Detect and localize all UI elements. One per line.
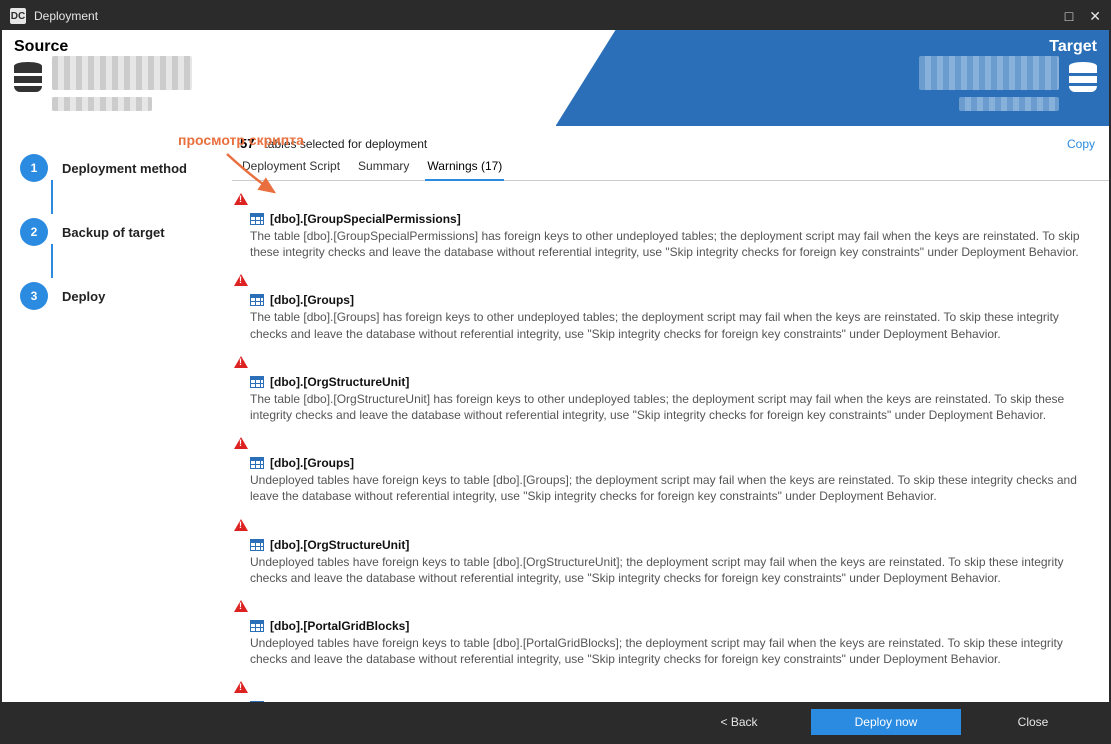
wizard-steps: 1 Deployment method 2 Backup of target 3… [2,126,232,702]
table-icon [250,620,264,632]
step-number: 2 [20,218,48,246]
warning-triangle-icon [234,437,248,449]
target-server-name-obscured [959,97,1059,111]
footer-bar: < Back Deploy now Close [2,702,1109,742]
target-panel: Target [556,30,1110,126]
step-number: 3 [20,282,48,310]
warning-triangle-icon [234,193,248,205]
warning-item[interactable]: [dbo].[Groups] The table [dbo].[Groups] h… [232,268,1099,349]
warning-triangle-icon [234,681,248,693]
step-label: Backup of target [62,225,165,240]
step-deployment-method[interactable]: 1 Deployment method [20,144,220,192]
tab-bar: Deployment Script Summary Warnings (17) [232,155,1109,181]
window-controls: □ ✕ [1065,8,1101,25]
warning-triangle-icon [234,519,248,531]
warning-triangle-icon [234,600,248,612]
selected-desc: tables selected for deployment [264,137,427,151]
warning-message: The table [dbo].[GroupSpecialPermissions… [250,228,1091,260]
warning-object-name: [dbo].[Groups] [270,456,354,470]
back-button[interactable]: < Back [679,709,799,735]
warning-item[interactable]: [dbo].[OrgStructureUnit] The table [dbo].… [232,350,1099,431]
database-icon [1069,62,1097,96]
tab-deployment-script[interactable]: Deployment Script [240,155,342,180]
warning-triangle-icon [234,274,248,286]
warning-object-name: [dbo].[OrgStructureUnit] [270,375,409,389]
warning-object-name: [dbo].[Groups] [270,293,354,307]
tab-summary[interactable]: Summary [356,155,411,180]
warning-message: The table [dbo].[OrgStructureUnit] has f… [250,391,1091,423]
warning-message: Undeployed tables have foreign keys to t… [250,635,1091,667]
table-icon [250,701,264,702]
warning-message: Undeployed tables have foreign keys to t… [250,554,1091,586]
deploy-now-button[interactable]: Deploy now [811,709,961,735]
table-icon [250,539,264,551]
close-icon[interactable]: ✕ [1089,8,1101,25]
source-server-name-obscured [52,97,152,111]
app-icon: DC [10,8,26,24]
step-label: Deploy [62,289,105,304]
warning-object-name: [dbo].[OrgStructureUnit] [270,538,409,552]
warning-item[interactable]: [dbo].[PortalGridTemplates]Undeployed ta… [232,675,1099,702]
body: 1 Deployment method 2 Backup of target 3… [2,126,1109,702]
warning-object-name: [dbo].[PortalGridBlocks] [270,619,409,633]
titlebar: DC Deployment □ ✕ [2,2,1109,30]
copy-link[interactable]: Copy [1067,137,1095,151]
target-label: Target [1049,38,1097,56]
source-db-name-obscured [52,56,192,90]
table-icon [250,213,264,225]
close-button[interactable]: Close [973,709,1093,735]
source-target-header: Source Target [2,30,1109,126]
warning-triangle-icon [234,356,248,368]
deployment-window: DC Deployment □ ✕ Source Target [0,0,1111,744]
step-label: Deployment method [62,161,187,176]
table-icon [250,457,264,469]
step-deploy[interactable]: 3 Deploy [20,272,220,320]
window-title: Deployment [34,9,1065,23]
warning-item[interactable]: [dbo].[Groups] Undeployed tables have for… [232,431,1099,512]
warning-item[interactable]: [dbo].[PortalGridBlocks] Undeployed table… [232,594,1099,675]
table-icon [250,376,264,388]
warning-message: Undeployed tables have foreign keys to t… [250,472,1091,504]
target-db-name-obscured [919,56,1059,90]
step-number: 1 [20,154,48,182]
warning-item[interactable]: [dbo].[GroupSpecialPermissions] The table… [232,187,1099,268]
summary-line: 57 tables selected for deployment Copy [232,126,1109,155]
selected-count: 57 [240,136,254,151]
warnings-list[interactable]: [dbo].[GroupSpecialPermissions] The table… [232,181,1109,702]
main-panel: 57 tables selected for deployment Copy D… [232,126,1109,702]
source-label: Source [14,38,621,56]
warning-message: The table [dbo].[Groups] has foreign key… [250,309,1091,341]
warning-object-name: [dbo].[GroupSpecialPermissions] [270,212,461,226]
table-icon [250,294,264,306]
tab-warnings[interactable]: Warnings (17) [425,155,504,181]
warning-item[interactable]: [dbo].[OrgStructureUnit] Undeployed table… [232,513,1099,594]
source-panel: Source [2,30,633,126]
database-icon [14,62,42,96]
maximize-icon[interactable]: □ [1065,8,1073,25]
step-backup-of-target[interactable]: 2 Backup of target [20,208,220,256]
